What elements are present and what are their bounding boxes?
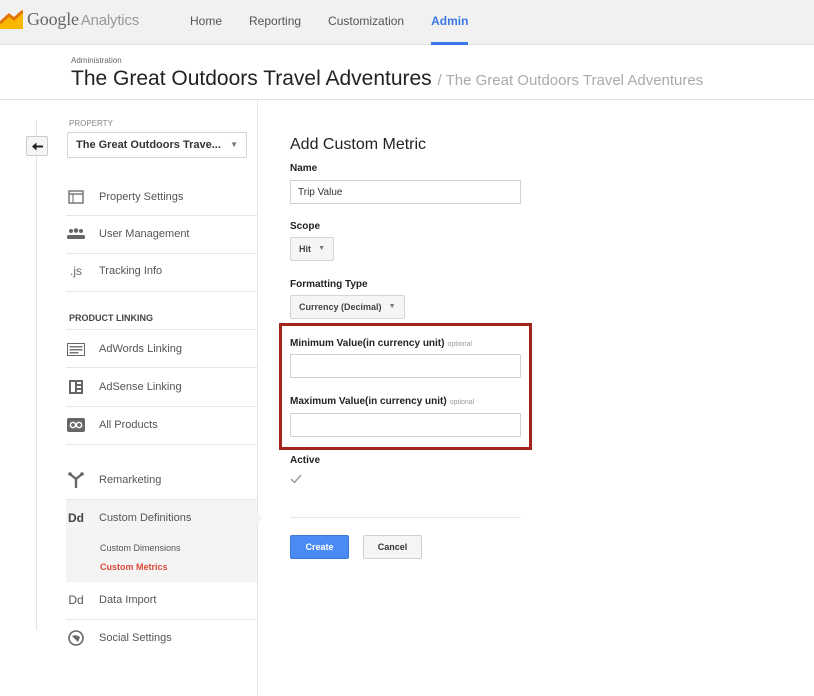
sidebar-item-label: AdSense Linking — [99, 381, 182, 393]
analytics-logo-icon — [0, 9, 23, 29]
sidebar-item-label: Remarketing — [99, 474, 162, 486]
nav-home[interactable]: Home — [190, 0, 222, 45]
optional-hint: optional — [447, 341, 472, 348]
main-nav: Home Reporting Customization Admin — [190, 0, 495, 45]
sidebar-separator — [66, 291, 258, 292]
account-name: The Great Outdoors Travel Adventures — [71, 67, 432, 90]
window-icon — [66, 189, 86, 205]
sidebar-sublink-custom-dimensions[interactable]: Custom Dimensions — [100, 543, 181, 553]
sidebar-separator — [66, 329, 258, 330]
sidebar-sublink-custom-metrics[interactable]: Custom Metrics — [100, 562, 168, 572]
sidebar-item-label: Tracking Info — [99, 265, 163, 277]
sidebar-separator — [66, 215, 258, 216]
page-title: The Great Outdoors Travel Adventures / T… — [71, 67, 703, 91]
sidebar-separator — [66, 444, 258, 445]
active-section-notch — [257, 512, 263, 524]
top-bar: Google Analytics Home Reporting Customiza… — [0, 0, 814, 45]
property-caption: PROPERTY — [69, 119, 113, 128]
active-checkbox[interactable] — [290, 474, 303, 486]
product-linking-heading: PRODUCT LINKING — [69, 313, 153, 323]
form-title: Add Custom Metric — [290, 136, 427, 153]
name-label: Name — [290, 163, 318, 174]
rail-line — [36, 120, 37, 630]
sidebar-item-user-management[interactable]: User Management — [66, 222, 190, 246]
maximum-value-input[interactable] — [290, 413, 521, 437]
formatting-type-dropdown[interactable]: Currency (Decimal) ▼ — [290, 295, 405, 319]
users-icon — [66, 226, 86, 242]
header-divider — [0, 99, 814, 100]
sidebar-separator — [66, 253, 258, 254]
caret-down-icon: ▼ — [388, 303, 396, 310]
sidebar-item-label: User Management — [99, 228, 190, 240]
caret-down-icon: ▼ — [318, 245, 325, 252]
back-button[interactable] — [26, 136, 48, 156]
arrow-left-icon — [31, 142, 43, 150]
property-selector-value: The Great Outdoors Trave... — [76, 139, 221, 151]
scope-label: Scope — [290, 221, 321, 232]
sidebar-item-label: Custom Definitions — [99, 512, 192, 524]
adsense-icon — [66, 379, 86, 395]
social-icon — [66, 630, 86, 646]
name-input[interactable] — [290, 180, 521, 204]
sidebar-item-label: Property Settings — [99, 191, 184, 203]
optional-hint: optional — [449, 399, 475, 406]
sidebar-separator — [66, 619, 258, 620]
minimum-value-label: Minimum Value(in currency unit) optional — [290, 338, 472, 349]
sidebar-item-data-import[interactable]: Dd Data Import — [66, 588, 156, 612]
formatting-type-value: Currency (Decimal) — [299, 302, 382, 312]
dd-icon: Dd — [68, 511, 84, 525]
sidebar-border — [257, 100, 258, 696]
sidebar-item-custom-definitions[interactable]: Dd Custom Definitions — [66, 506, 191, 530]
scope-dropdown[interactable]: Hit ▼ — [290, 237, 334, 261]
checkmark-icon — [290, 474, 302, 484]
all-products-icon — [66, 417, 86, 433]
js-icon: .js — [70, 264, 82, 278]
google-analytics-logo[interactable]: Google Analytics — [0, 8, 139, 30]
nav-reporting[interactable]: Reporting — [249, 0, 301, 45]
caret-down-icon: ▼ — [230, 140, 238, 149]
minimum-value-input[interactable] — [290, 354, 521, 378]
sidebar-item-label: AdWords Linking — [99, 343, 182, 355]
remarketing-icon — [66, 472, 86, 488]
sidebar-item-adsense-linking[interactable]: AdSense Linking — [66, 375, 182, 399]
scope-dropdown-value: Hit — [299, 244, 311, 254]
logo-text: Google Analytics — [27, 8, 140, 29]
adwords-icon — [66, 341, 86, 357]
sidebar-separator — [66, 406, 258, 407]
administration-label: Administration — [71, 56, 122, 65]
sidebar-item-property-settings[interactable]: Property Settings — [66, 185, 183, 209]
nav-customization[interactable]: Customization — [328, 0, 404, 45]
sidebar-item-label: Data Import — [99, 594, 157, 606]
nav-admin[interactable]: Admin — [431, 0, 469, 45]
active-label: Active — [290, 455, 321, 466]
sidebar-item-tracking-info[interactable]: .js Tracking Info — [66, 259, 162, 283]
sidebar-item-adwords-linking[interactable]: AdWords Linking — [66, 337, 182, 361]
form-divider — [290, 517, 521, 518]
dd-icon: Dd — [68, 593, 84, 607]
sidebar-item-label: Social Settings — [99, 632, 172, 644]
maximum-value-label: Maximum Value(in currency unit) optional — [290, 396, 475, 407]
sidebar-separator — [66, 367, 258, 368]
formatting-type-label: Formatting Type — [290, 279, 368, 290]
property-name: / The Great Outdoors Travel Adventures — [437, 72, 704, 89]
property-selector[interactable]: The Great Outdoors Trave... ▼ — [67, 132, 247, 158]
create-button[interactable]: Create — [290, 535, 349, 559]
cancel-button[interactable]: Cancel — [363, 535, 422, 559]
sidebar-item-social-settings[interactable]: Social Settings — [66, 626, 172, 650]
sidebar-item-label: All Products — [99, 419, 158, 431]
sidebar-item-all-products[interactable]: All Products — [66, 413, 158, 437]
sidebar-item-remarketing[interactable]: Remarketing — [66, 468, 161, 492]
